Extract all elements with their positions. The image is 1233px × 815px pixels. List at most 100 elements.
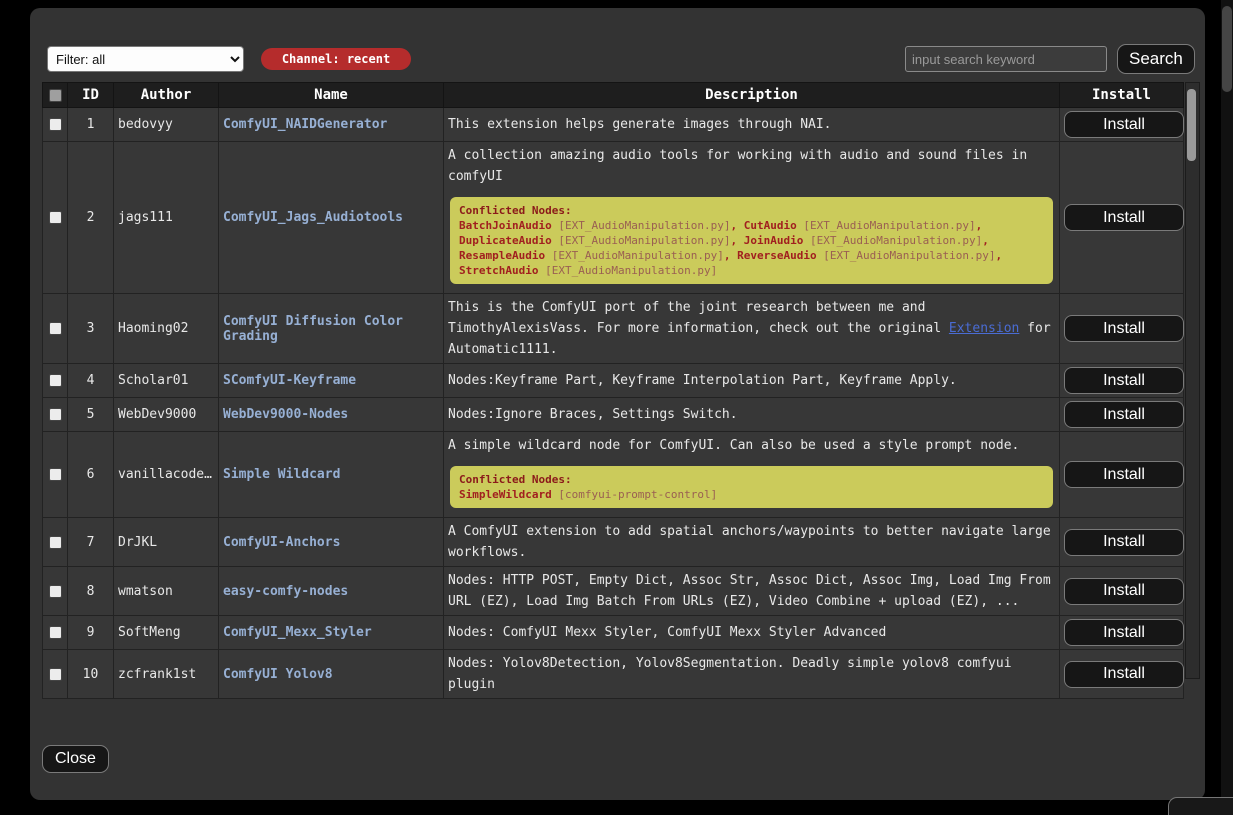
row-description: Nodes:Ignore Braces, Settings Switch.	[444, 398, 1060, 432]
node-name-link[interactable]: ComfyUI Yolov8	[223, 667, 333, 682]
page-scrollbar[interactable]	[1221, 0, 1233, 815]
header-id: ID	[68, 83, 114, 108]
conflict-box: Conflicted Nodes: SimpleWildcard [comfyu…	[450, 466, 1053, 508]
row-author: zcfrank1st	[114, 650, 219, 699]
row-description-cell: A collection amazing audio tools for wor…	[444, 142, 1060, 294]
header-description: Description	[444, 83, 1060, 108]
header-author: Author	[114, 83, 219, 108]
row-author: WebDev9000	[114, 398, 219, 432]
row-checkbox[interactable]	[49, 322, 62, 335]
row-id: 2	[68, 142, 114, 294]
row-author: wmatson	[114, 567, 219, 616]
conflict-items: BatchJoinAudio [EXT_AudioManipulation.py…	[459, 218, 1044, 278]
row-checkbox[interactable]	[49, 118, 62, 131]
install-button[interactable]: Install	[1064, 204, 1184, 231]
node-name-link[interactable]: ComfyUI_Jags_Audiotools	[223, 210, 403, 225]
row-description: Nodes: Yolov8Detection, Yolov8Segmentati…	[444, 650, 1060, 699]
extension-link[interactable]: Extension	[949, 321, 1019, 336]
table-row: 5 WebDev9000 WebDev9000-Nodes Nodes:Igno…	[43, 398, 1184, 432]
filter-select[interactable]: Filter: all	[47, 46, 244, 72]
row-description: Nodes: HTTP POST, Empty Dict, Assoc Str,…	[444, 567, 1060, 616]
row-id: 8	[68, 567, 114, 616]
row-id: 1	[68, 108, 114, 142]
install-button[interactable]: Install	[1064, 619, 1184, 646]
custom-nodes-table: ID Author Name Description Install 1 bed…	[42, 82, 1184, 699]
row-author: bedovyy	[114, 108, 219, 142]
channel-badge: Channel: recent	[261, 48, 411, 70]
install-button[interactable]: Install	[1064, 578, 1184, 605]
row-checkbox[interactable]	[49, 468, 62, 481]
search-button[interactable]: Search	[1117, 44, 1195, 74]
node-name-link[interactable]: Simple Wildcard	[223, 467, 340, 482]
node-name-link[interactable]: ComfyUI_Mexx_Styler	[223, 625, 372, 640]
install-button[interactable]: Install	[1064, 111, 1184, 138]
row-id: 9	[68, 616, 114, 650]
row-description-cell: A simple wildcard node for ComfyUI. Can …	[444, 432, 1060, 518]
table-row: 4 Scholar01 SComfyUI-Keyframe Nodes:Keyf…	[43, 364, 1184, 398]
header-name: Name	[219, 83, 444, 108]
install-button[interactable]: Install	[1064, 315, 1184, 342]
row-author: jags111	[114, 142, 219, 294]
node-name-link[interactable]: ComfyUI-Anchors	[223, 535, 340, 550]
row-author: vanillacode…	[114, 432, 219, 518]
select-all-checkbox[interactable]	[49, 89, 62, 102]
install-button[interactable]: Install	[1064, 401, 1184, 428]
row-id: 5	[68, 398, 114, 432]
row-description: This extension helps generate images thr…	[444, 108, 1060, 142]
row-checkbox[interactable]	[49, 374, 62, 387]
conflict-box: Conflicted Nodes: BatchJoinAudio [EXT_Au…	[450, 197, 1053, 284]
table-row: 1 bedovyy ComfyUI_NAIDGenerator This ext…	[43, 108, 1184, 142]
node-name-link[interactable]: ComfyUI_NAIDGenerator	[223, 117, 387, 132]
table-scrollbar[interactable]	[1185, 82, 1200, 679]
custom-nodes-dialog: Filter: all Channel: recent Search ID Au…	[30, 8, 1205, 800]
node-name-link[interactable]: SComfyUI-Keyframe	[223, 373, 356, 388]
node-name-link[interactable]: ComfyUI Diffusion Color Grading	[223, 314, 403, 344]
table-scrollbar-thumb[interactable]	[1187, 89, 1196, 161]
row-description: This is the ComfyUI port of the joint re…	[444, 294, 1060, 364]
row-id: 6	[68, 432, 114, 518]
table-header-row: ID Author Name Description Install	[43, 83, 1184, 108]
close-button[interactable]: Close	[42, 745, 109, 773]
row-checkbox[interactable]	[49, 626, 62, 639]
search-input[interactable]	[905, 46, 1107, 72]
partial-background-button	[1168, 797, 1233, 815]
row-checkbox[interactable]	[49, 668, 62, 681]
table-row: 7 DrJKL ComfyUI-Anchors A ComfyUI extens…	[43, 518, 1184, 567]
row-description: A simple wildcard node for ComfyUI. Can …	[448, 435, 1055, 456]
page: Filter: all Channel: recent Search ID Au…	[0, 0, 1233, 815]
page-scrollbar-thumb[interactable]	[1222, 6, 1232, 92]
install-button[interactable]: Install	[1064, 529, 1184, 556]
conflict-title: Conflicted Nodes:	[459, 203, 1044, 218]
row-checkbox[interactable]	[49, 211, 62, 224]
install-button[interactable]: Install	[1064, 461, 1184, 488]
header-install: Install	[1060, 83, 1184, 108]
table-row: 10 zcfrank1st ComfyUI Yolov8 Nodes: Yolo…	[43, 650, 1184, 699]
row-description: Nodes:Keyframe Part, Keyframe Interpolat…	[444, 364, 1060, 398]
install-button[interactable]: Install	[1064, 661, 1184, 688]
row-author: Scholar01	[114, 364, 219, 398]
table-row: 2 jags111 ComfyUI_Jags_Audiotools A coll…	[43, 142, 1184, 294]
row-description: Nodes: ComfyUI Mexx Styler, ComfyUI Mexx…	[444, 616, 1060, 650]
conflict-items: SimpleWildcard [comfyui-prompt-control]	[459, 487, 1044, 502]
row-description: A ComfyUI extension to add spatial ancho…	[444, 518, 1060, 567]
node-name-link[interactable]: WebDev9000-Nodes	[223, 407, 348, 422]
row-checkbox[interactable]	[49, 536, 62, 549]
row-id: 7	[68, 518, 114, 567]
row-author: SoftMeng	[114, 616, 219, 650]
row-description: A collection amazing audio tools for wor…	[448, 145, 1055, 187]
conflict-title: Conflicted Nodes:	[459, 472, 1044, 487]
row-author: Haoming02	[114, 294, 219, 364]
node-name-link[interactable]: easy-comfy-nodes	[223, 584, 348, 599]
header-checkbox-cell	[43, 83, 68, 108]
table-row: 6 vanillacode… Simple Wildcard A simple …	[43, 432, 1184, 518]
row-id: 10	[68, 650, 114, 699]
description-text: This is the ComfyUI port of the joint re…	[448, 300, 949, 336]
row-id: 3	[68, 294, 114, 364]
row-checkbox[interactable]	[49, 408, 62, 421]
row-id: 4	[68, 364, 114, 398]
row-author: DrJKL	[114, 518, 219, 567]
table-row: 8 wmatson easy-comfy-nodes Nodes: HTTP P…	[43, 567, 1184, 616]
table-row: 9 SoftMeng ComfyUI_Mexx_Styler Nodes: Co…	[43, 616, 1184, 650]
row-checkbox[interactable]	[49, 585, 62, 598]
install-button[interactable]: Install	[1064, 367, 1184, 394]
